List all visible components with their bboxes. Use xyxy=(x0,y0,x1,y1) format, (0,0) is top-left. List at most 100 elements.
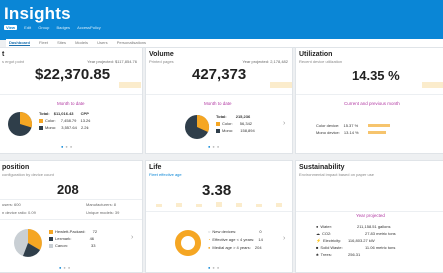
nav-item-accesspolicy[interactable]: AccessPolicy xyxy=(77,25,101,30)
utilization-subtitle: Recent device utilization xyxy=(299,59,343,64)
composition-title: position xyxy=(2,164,30,171)
life-subtitle: Fleet effective age xyxy=(149,172,182,177)
composition-pie-chart xyxy=(14,229,42,257)
tab-users[interactable]: Users xyxy=(97,40,107,45)
life-row-new: ○ New devices: 0 xyxy=(208,229,262,234)
volume-year-projected: Year projected: 2,178,482 xyxy=(242,59,288,64)
sustainability-row-co2: ☁ CO2: xyxy=(316,231,332,236)
cost-card[interactable]: t s ergot point Year projected: $117,854… xyxy=(0,47,143,154)
sustainability-electricity-value: 116,803.27 kW xyxy=(348,238,375,243)
cost-total-value: $11,016.43 xyxy=(53,111,74,116)
dark-swatch-icon xyxy=(216,128,220,133)
life-row-under4: ◔ Effective age < 4 years: 14 xyxy=(208,237,263,242)
sustainability-row-water: ● Water: xyxy=(316,224,333,229)
composition-device-ratio: n device ratio: 0.09 xyxy=(2,210,36,215)
life-pager-dots[interactable]: ●●● xyxy=(208,265,221,270)
volume-subtitle: Printed pages xyxy=(149,59,174,64)
cost-pie-chart xyxy=(8,111,33,136)
app-header: Insights View Edit Group Badges AccessPo… xyxy=(0,0,443,40)
cost-period-link[interactable]: Month to date xyxy=(57,101,85,106)
top-nav: View Edit Group Badges AccessPolicy xyxy=(4,25,107,31)
orange-swatch-icon xyxy=(39,118,43,123)
tree-icon: ♣ xyxy=(316,252,319,257)
cost-row-color: Color: 7,458.79 13.2¢ xyxy=(39,118,91,123)
utilization-mono-bar xyxy=(368,131,386,134)
composition-row-canon: Canon: 33 xyxy=(49,243,95,248)
composition-card[interactable]: position configuration by device count 2… xyxy=(0,160,143,273)
life-next-chevron-icon[interactable]: › xyxy=(283,235,285,242)
grey-swatch-icon xyxy=(49,243,53,248)
tab-dashboard[interactable]: Dashboard xyxy=(9,40,30,46)
dark-swatch-icon xyxy=(49,236,53,241)
under-four-years-icon: ◔ xyxy=(208,237,211,242)
utilization-value: 14.35 % xyxy=(352,68,400,83)
tab-models[interactable]: Models xyxy=(75,40,88,45)
lightning-icon: ⚡ xyxy=(316,238,321,243)
composition-unique-models: Unique models: 39 xyxy=(86,210,120,215)
composition-pager-dots[interactable]: ●●● xyxy=(59,265,72,270)
sustainability-row-waste: ■ Solid Waste: xyxy=(316,245,343,250)
sustainability-waste-value: 11.06 metric tons xyxy=(365,245,396,250)
cost-subtitle: s ergot point xyxy=(2,59,25,64)
utilization-period-link[interactable]: Current and previous month xyxy=(344,101,400,106)
utilization-row-mono: Mono device: 13.14 % xyxy=(316,130,359,135)
cost-value: $22,370.85 xyxy=(35,66,111,83)
trash-icon: ■ xyxy=(316,245,319,250)
volume-mini-bar xyxy=(270,82,292,88)
life-row-over4: ● Medial age > 4 years: 204 xyxy=(208,245,262,250)
sustainability-period-link[interactable]: Year projected xyxy=(356,213,385,218)
volume-card[interactable]: Volume Printed pages Year projected: 2,1… xyxy=(145,47,293,154)
cost-title: t xyxy=(2,51,5,58)
tab-sites[interactable]: Sites xyxy=(57,40,66,45)
composition-users: users: 600 xyxy=(2,202,21,207)
orange-swatch-icon xyxy=(216,121,220,126)
composition-subtitle: configuration by device count xyxy=(2,172,54,177)
nav-item-badges[interactable]: Badges xyxy=(56,25,70,30)
utilization-row-color: Color device: 15.37 % xyxy=(316,123,359,128)
sustainability-card[interactable]: Sustainability Environmental impact base… xyxy=(295,160,443,273)
volume-row-color: Color: 56,342 xyxy=(216,121,252,126)
volume-next-chevron-icon[interactable]: › xyxy=(283,120,285,127)
orange-swatch-icon xyxy=(49,229,53,234)
composition-row-hp: Hewlett-Packard: 72 xyxy=(49,229,97,234)
life-title: Life xyxy=(149,164,162,171)
sustainability-co2-value: 27.83 metric tons xyxy=(365,231,396,236)
utilization-color-bar xyxy=(368,124,390,127)
composition-value: 208 xyxy=(57,182,79,197)
volume-pager-dots[interactable]: ●●● xyxy=(208,144,221,149)
volume-title: Volume xyxy=(149,51,174,58)
tab-fleet[interactable]: Fleet xyxy=(39,40,48,45)
utilization-card[interactable]: Utilization Recent device utilization 14… xyxy=(295,47,443,154)
nav-item-edit[interactable]: Edit xyxy=(24,25,31,30)
sustainability-title: Sustainability xyxy=(299,164,345,171)
nav-item-view[interactable]: View xyxy=(4,25,18,30)
over-four-years-icon: ● xyxy=(208,245,211,250)
cost-cpp-label: CPP xyxy=(80,111,89,116)
nav-item-group[interactable]: Group xyxy=(38,25,49,30)
volume-total-label: Total: xyxy=(216,114,227,119)
sustainability-row-electricity: ⚡ Electricity: xyxy=(316,238,342,243)
tab-personalisations[interactable]: Personalisations xyxy=(117,40,146,45)
water-drop-icon: ● xyxy=(316,224,319,229)
composition-next-chevron-icon[interactable]: › xyxy=(131,234,133,241)
dark-swatch-icon xyxy=(39,125,43,130)
cost-row-mono: Mono: 3,557.64 2.2¢ xyxy=(39,125,89,130)
cost-total-label: Total: xyxy=(39,111,50,116)
sustainability-trees-value: 256.31 xyxy=(348,252,361,257)
life-donut-chart xyxy=(175,230,201,256)
cost-mini-bar xyxy=(119,82,141,88)
utilization-mini-bar xyxy=(422,82,443,88)
new-devices-icon: ○ xyxy=(208,229,211,234)
cost-year-projected: Year projected: $117,854.76 xyxy=(87,59,137,64)
life-card[interactable]: Life Fleet effective age 3.38 ○ New devic… xyxy=(145,160,293,273)
utilization-title: Utilization xyxy=(299,51,333,58)
volume-row-mono: Mono: 158,894 xyxy=(216,128,255,133)
volume-pie-chart xyxy=(185,114,210,139)
composition-manufacturers: Manufacturers: 8 xyxy=(86,202,117,207)
sustainability-water-value: 211,158.51 gallons xyxy=(357,224,391,229)
co2-cloud-icon: ☁ xyxy=(316,231,320,236)
page-title: Insights xyxy=(4,4,71,23)
cost-pager-dots[interactable]: ●●● xyxy=(61,144,74,149)
volume-total-value: 215,236 xyxy=(235,114,251,119)
volume-period-link[interactable]: Month to date xyxy=(204,101,232,106)
